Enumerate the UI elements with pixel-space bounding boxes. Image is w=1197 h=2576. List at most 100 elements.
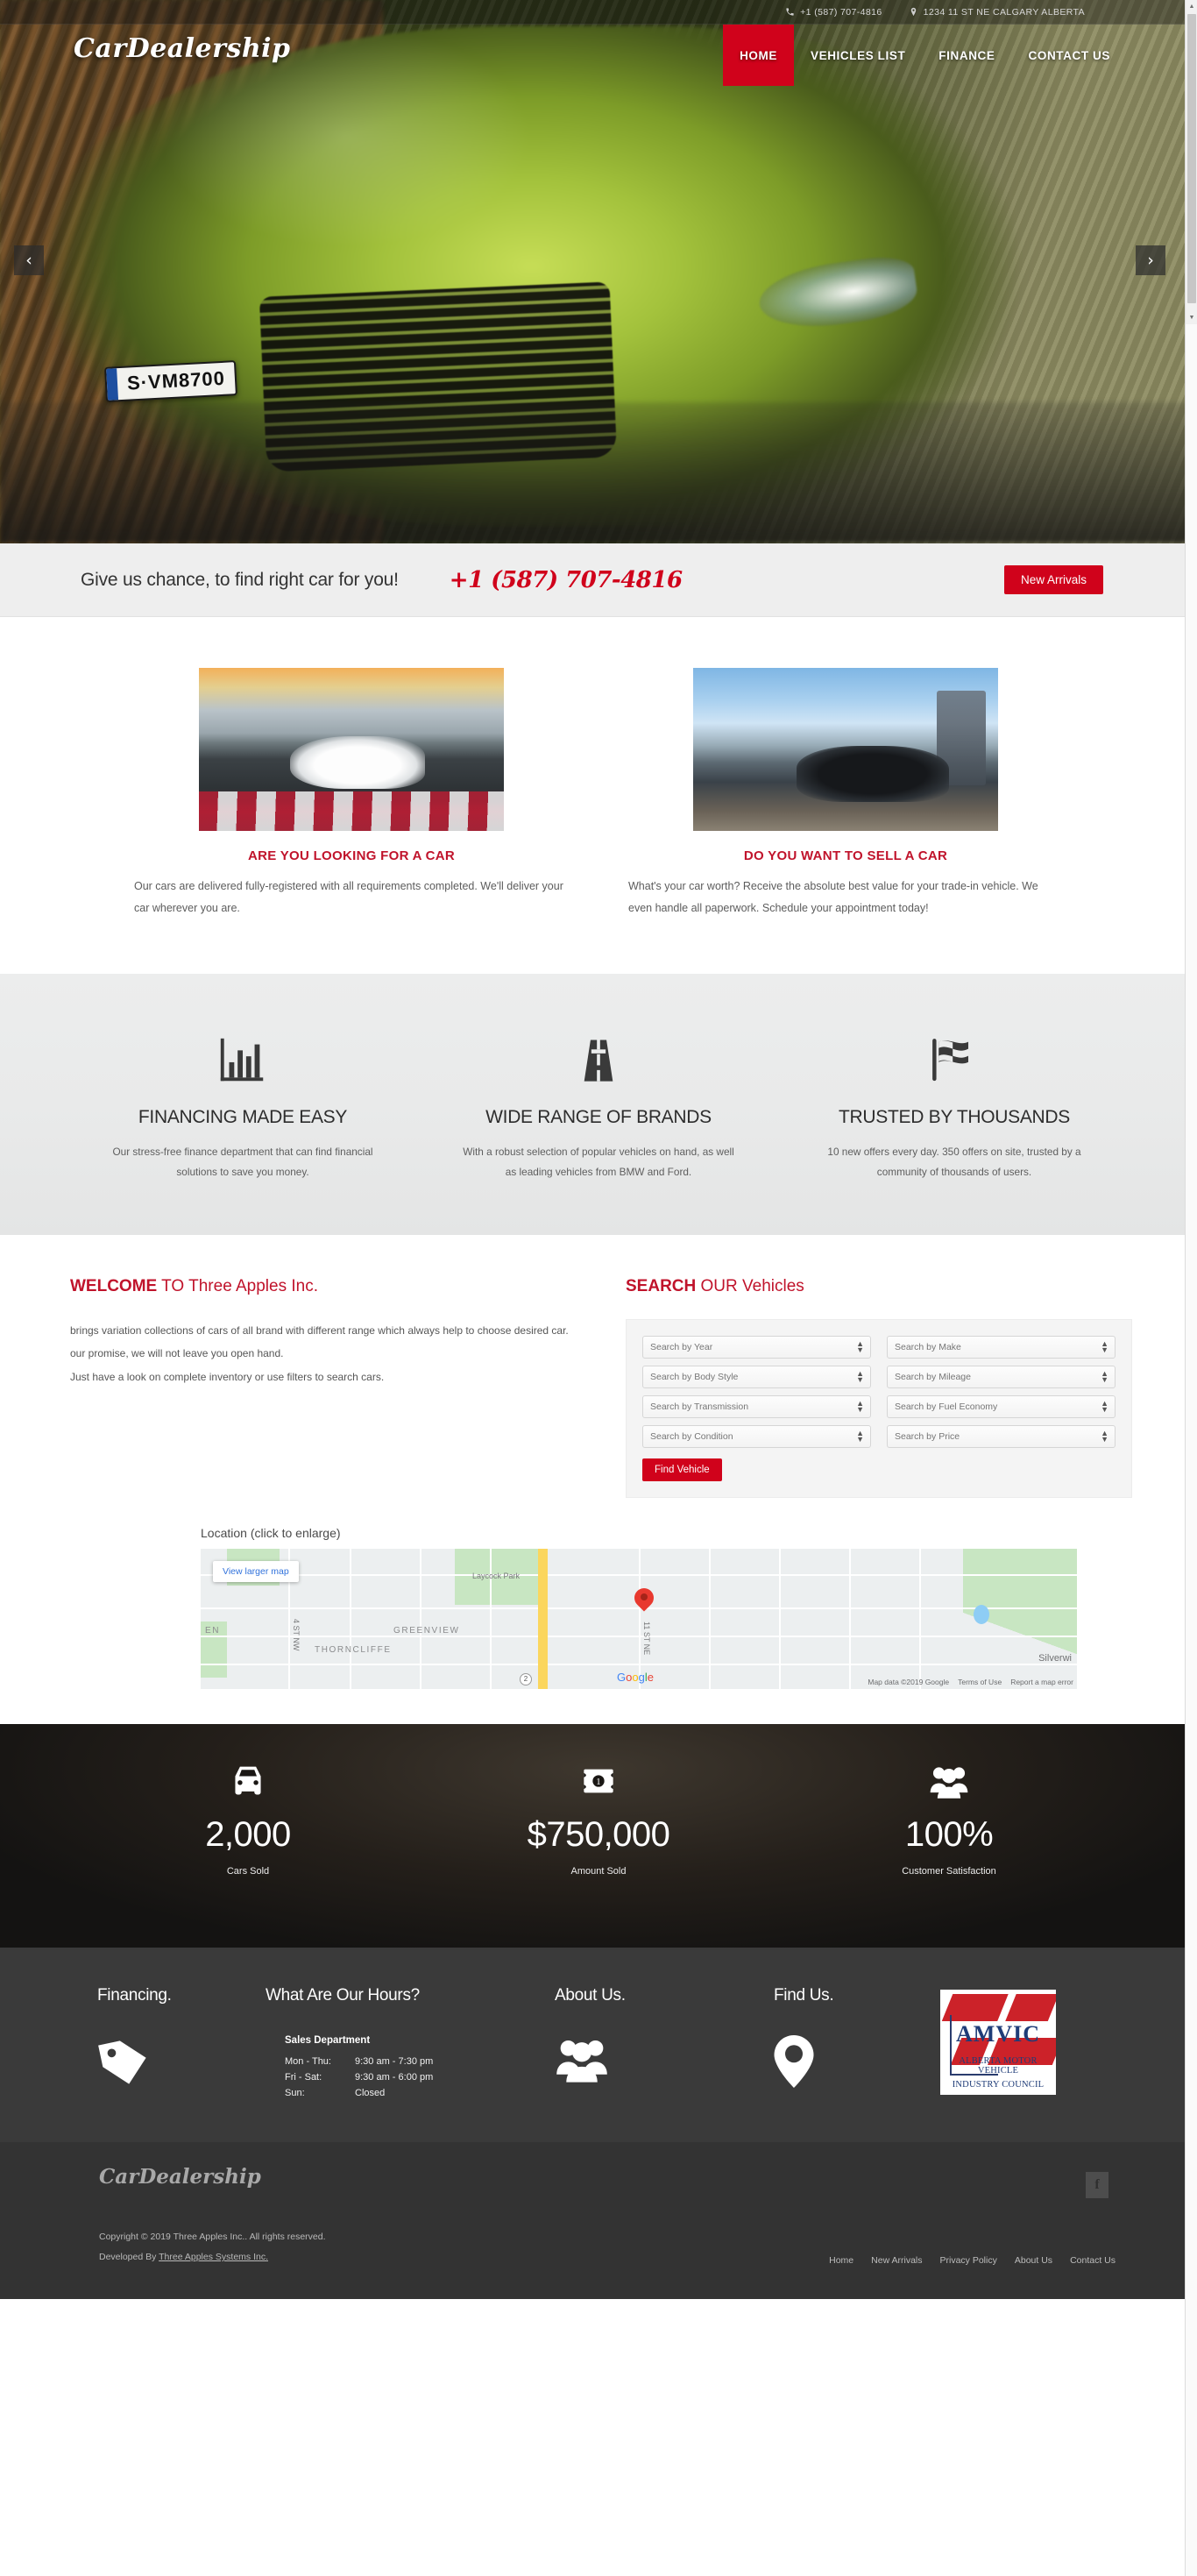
select-transmission-label: Search by Transmission [650, 1402, 749, 1412]
welcome-title: WELCOME TO Three Apples Inc. [70, 1277, 582, 1296]
google-watermark-g1: G [617, 1671, 627, 1684]
vertical-scrollbar[interactable]: ▲ ▼ [1185, 0, 1197, 2576]
select-year[interactable]: Search by Year ▲ ▼ [642, 1336, 871, 1359]
map-location-pin-icon [634, 1588, 654, 1614]
nav-item-vehicles-list[interactable]: VEHICLES LIST [794, 25, 922, 86]
search-title-bold: SEARCH [626, 1277, 697, 1295]
copyright-text: Copyright © 2019 Three Apples Inc.. All … [99, 2232, 326, 2242]
topbar-address[interactable]: 1234 11 ST NE CALGARY ALBERTA [909, 7, 1085, 18]
facebook-icon[interactable]: f [1086, 2172, 1108, 2198]
map-attribution-terms[interactable]: Terms of Use [958, 1678, 1002, 1686]
phone-icon [786, 8, 794, 16]
footer-hours-row: Sun: Closed [285, 2088, 555, 2098]
checkered-flag-icon [932, 1039, 968, 1082]
promo-sell-car: DO YOU WANT TO SELL A CAR What's your ca… [627, 668, 1065, 919]
footer-hours: What Are Our Hours? Sales Department Mon… [266, 1986, 555, 2104]
footer-find-us: Find Us. [774, 1986, 940, 2104]
new-arrivals-button[interactable]: New Arrivals [1003, 565, 1103, 594]
developed-by-link[interactable]: Three Apples Systems Inc. [159, 2252, 268, 2262]
feature-brands-title: WIDE RANGE OF BRANDS [485, 1107, 712, 1127]
view-larger-map-button[interactable]: View larger map [213, 1561, 299, 1582]
search-form: Search by Year ▲ ▼ Search by Make ▲ ▼ Sear… [626, 1319, 1132, 1498]
carousel-next-arrow-icon[interactable]: › [1136, 245, 1165, 275]
scrollbar-thumb[interactable] [1187, 14, 1196, 303]
carousel-prev-arrow-icon[interactable]: ‹ [14, 245, 44, 275]
stat-cars-sold-value: 2,000 [205, 1815, 291, 1854]
select-condition[interactable]: Search by Condition ▲ ▼ [642, 1425, 871, 1448]
promo-columns: ARE YOU LOOKING FOR A CAR Our cars are d… [0, 617, 1197, 974]
map-marker-icon [774, 2035, 814, 2088]
cta-headline: Give us chance, to find right car for yo… [81, 569, 399, 590]
footer-link-contact-us[interactable]: Contact Us [1070, 2255, 1116, 2266]
welcome-block: WELCOME TO Three Apples Inc. brings vari… [65, 1277, 582, 1498]
car-icon [235, 1766, 261, 1795]
footer-hours-title: What Are Our Hours? [266, 1986, 420, 2005]
map-road [709, 1549, 711, 1689]
footer-amvic: AMVIC ALBERTA MOTOR VEHICLE INDUSTRY COU… [940, 1986, 1116, 2104]
developed-by-prefix: Developed By [99, 2252, 159, 2263]
select-fuel-economy-label: Search by Fuel Economy [895, 1402, 998, 1412]
feature-trusted: TRUSTED BY THOUSANDS 10 new offers every… [797, 1019, 1112, 1182]
footer-main: Financing. What Are Our Hours? Sales Dep… [0, 1948, 1197, 2142]
footer-hours-time: Closed [355, 2088, 386, 2098]
map-water-body [974, 1605, 989, 1624]
stat-amount-sold-value: $750,000 [527, 1815, 670, 1854]
nav-item-home[interactable]: HOME [723, 25, 794, 86]
stat-icon-wrap [134, 1757, 362, 1805]
nav-item-contact-us[interactable]: CONTACT US [1012, 25, 1128, 86]
feature-financing-title: FINANCING MADE EASY [138, 1107, 348, 1127]
features-section: FINANCING MADE EASY Our stress-free fina… [0, 974, 1197, 1235]
chevron-updown-icon: ▲ ▼ [856, 1368, 864, 1384]
select-fuel-economy[interactable]: Search by Fuel Economy ▲ ▼ [887, 1395, 1116, 1418]
scroll-down-arrow-icon[interactable]: ▼ [1186, 311, 1197, 323]
select-mileage[interactable]: Search by Mileage ▲ ▼ [887, 1366, 1116, 1388]
hero-slider: S·VM8700 +1 (587) 707-4816 1234 11 ST NE… [0, 0, 1197, 543]
chevron-updown-icon: ▲ ▼ [856, 1338, 864, 1354]
footer-link-home[interactable]: Home [829, 2255, 853, 2266]
topbar-address-text: 1234 11 ST NE CALGARY ALBERTA [923, 6, 1085, 18]
footer-nav: Home New Arrivals Privacy Policy About U… [829, 2255, 1116, 2266]
site-logo[interactable]: CarDealership [74, 33, 291, 64]
welcome-title-bold: WELCOME [70, 1277, 158, 1295]
promo-image-sell [693, 668, 998, 831]
road-icon [584, 1038, 613, 1082]
nav-item-finance[interactable]: FINANCE [922, 25, 1011, 86]
select-mileage-label: Search by Mileage [895, 1372, 971, 1382]
stat-satisfaction-value: 100% [904, 1815, 994, 1854]
map-road [350, 1549, 351, 1689]
select-price[interactable]: Search by Price ▲ ▼ [887, 1425, 1116, 1448]
footer-hours-days: Mon - Thu: [285, 2056, 331, 2067]
feature-financing: FINANCING MADE EASY Our stress-free fina… [85, 1019, 400, 1182]
scrollbar-track[interactable] [1186, 324, 1197, 2576]
map-highway [538, 1549, 548, 1689]
topbar-phone[interactable]: +1 (587) 707-4816 [785, 7, 882, 18]
google-map-embed[interactable]: View larger map Laycock Park GREENVIEW T… [201, 1549, 1077, 1689]
map-road [919, 1549, 921, 1689]
map-label: Location (click to enlarge) [201, 1526, 341, 1540]
cta-phone-number[interactable]: +1 (587) 707-4816 [450, 567, 683, 593]
map-attribution-report[interactable]: Report a map error [1010, 1678, 1073, 1686]
select-transmission[interactable]: Search by Transmission ▲ ▼ [642, 1395, 871, 1418]
welcome-search-section: WELCOME TO Three Apples Inc. brings vari… [0, 1235, 1197, 1507]
footer-link-privacy-policy[interactable]: Privacy Policy [940, 2255, 997, 2266]
map-road [201, 1573, 1077, 1576]
map-label-4-st-nw: 4 ST NW [292, 1619, 301, 1651]
hero-license-plate: S·VM8700 [104, 360, 237, 402]
scroll-up-arrow-icon[interactable]: ▲ [1186, 0, 1197, 12]
chevron-updown-icon: ▲ ▼ [1101, 1368, 1108, 1384]
people-group-icon [930, 1767, 968, 1799]
feature-trusted-title: TRUSTED BY THOUSANDS [839, 1107, 1070, 1127]
footer-hours-row: Mon - Thu: 9:30 am - 7:30 pm [285, 2056, 555, 2067]
select-make[interactable]: Search by Make ▲ ▼ [887, 1336, 1116, 1359]
map-wrapper: Location (click to enlarge) View larger … [160, 1526, 1077, 1689]
footer-link-about-us[interactable]: About Us [1015, 2255, 1052, 2266]
page-root: S·VM8700 +1 (587) 707-4816 1234 11 ST NE… [0, 0, 1197, 2576]
chevron-updown-icon: ▲ ▼ [856, 1428, 864, 1444]
hero-road-surface [0, 401, 1197, 543]
find-vehicle-button[interactable]: Find Vehicle [642, 1458, 722, 1481]
map-label-11-st-ne: 11 ST NE [642, 1622, 651, 1656]
footer-link-new-arrivals[interactable]: New Arrivals [871, 2255, 922, 2266]
footer-hours-time: 9:30 am - 6:00 pm [355, 2072, 434, 2083]
footer-logo[interactable]: CarDealership [99, 2165, 1116, 2189]
select-body-style[interactable]: Search by Body Style ▲ ▼ [642, 1366, 871, 1388]
